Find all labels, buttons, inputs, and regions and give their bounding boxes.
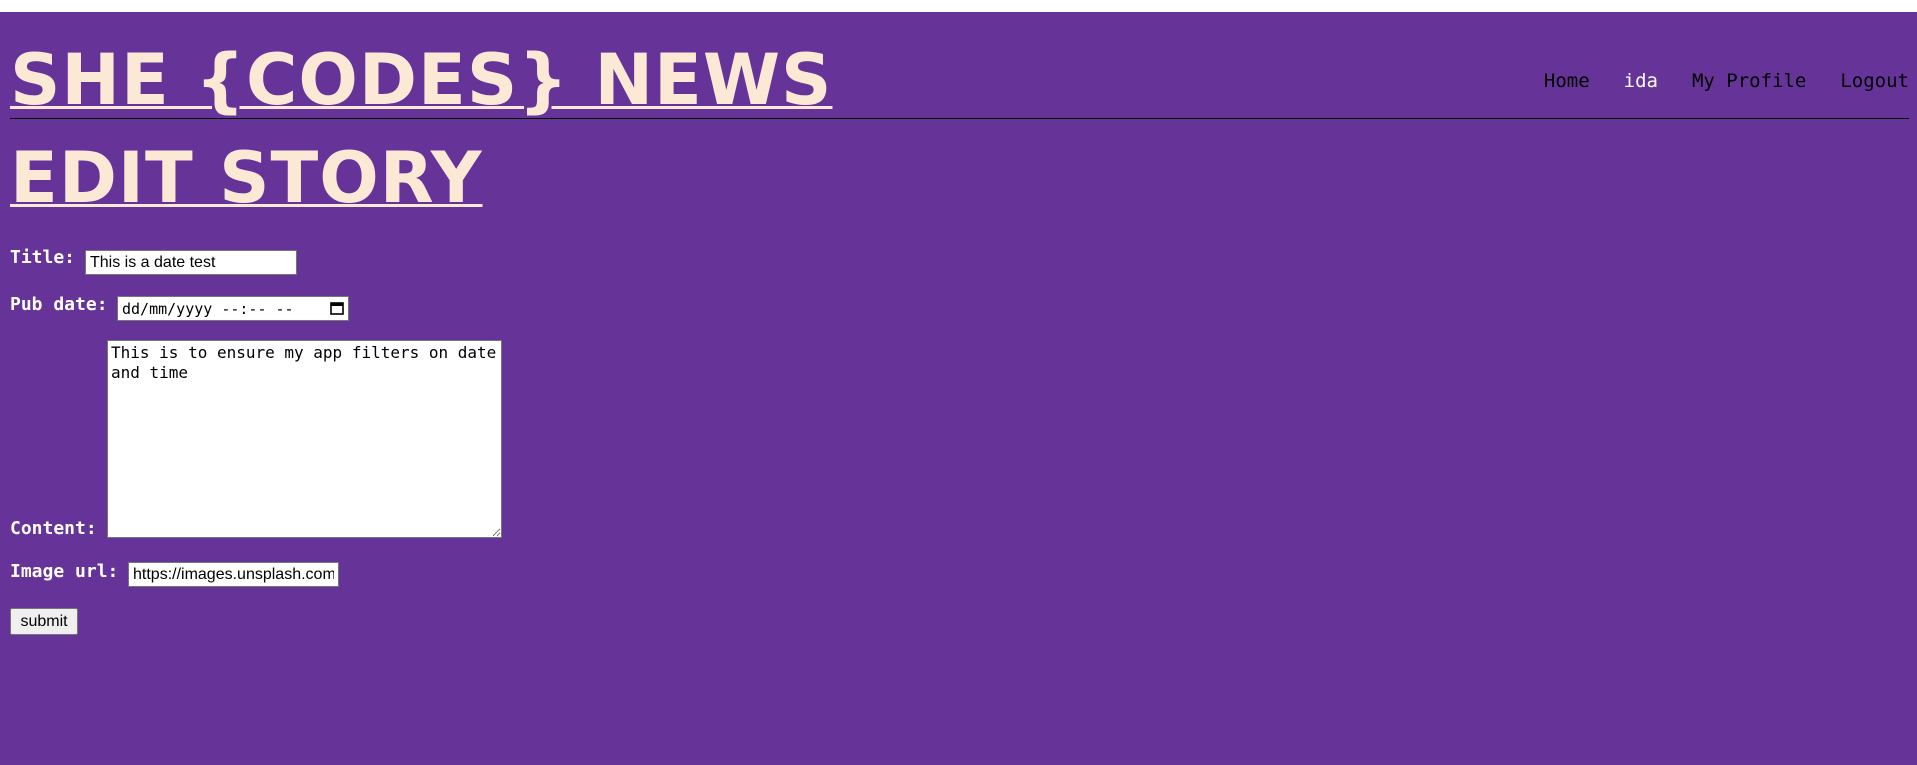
pub-date-label: Pub date:	[10, 294, 108, 315]
calendar-icon[interactable]	[330, 301, 344, 315]
nav-home-link[interactable]: Home	[1544, 70, 1590, 92]
submit-button[interactable]: submit	[10, 608, 78, 635]
top-nav: Home ida My Profile Logout	[1544, 70, 1909, 92]
title-input[interactable]	[85, 250, 297, 275]
site-title-link[interactable]: SHE {CODES} NEWS	[10, 38, 832, 122]
nav-my-profile-link[interactable]: My Profile	[1692, 70, 1806, 92]
image-url-input[interactable]	[128, 562, 339, 587]
nav-logout-link[interactable]: Logout	[1840, 70, 1909, 92]
content-textarea[interactable]: This is to ensure my app filters on date…	[107, 340, 502, 538]
header-divider	[10, 118, 1909, 119]
image-url-label: Image url:	[10, 561, 119, 582]
pub-date-placeholder: dd/mm/yyyy --:-- --	[122, 300, 294, 318]
page-title: EDIT STORY	[10, 137, 483, 219]
pub-date-input[interactable]: dd/mm/yyyy --:-- --	[117, 296, 349, 321]
nav-username: ida	[1623, 70, 1658, 92]
page-background: SHE {CODES} NEWS Home ida My Profile Log…	[0, 12, 1917, 765]
title-label: Title:	[10, 247, 76, 268]
content-label: Content:	[10, 518, 97, 539]
